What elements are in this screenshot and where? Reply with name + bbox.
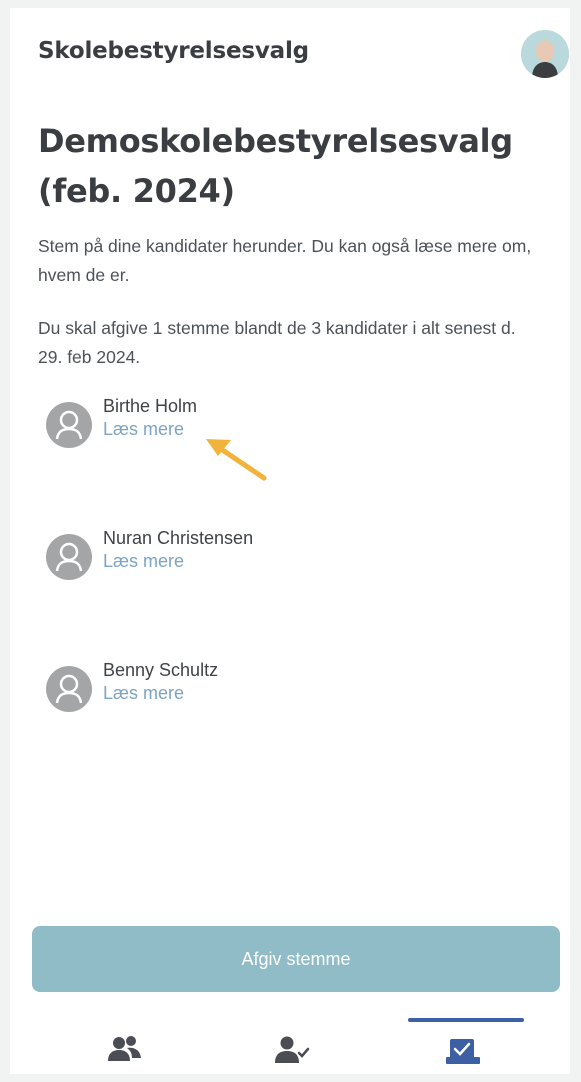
person-icon	[46, 402, 92, 448]
candidate-name: Birthe Holm	[103, 396, 198, 416]
app-title: Skolebestyrelsesvalg	[38, 38, 309, 64]
candidate-name: Nuran Christensen	[103, 528, 254, 548]
user-avatar[interactable]	[521, 30, 569, 78]
person-icon	[46, 666, 92, 712]
user-check-icon	[275, 1036, 310, 1063]
ballot-check-icon	[446, 1039, 480, 1064]
avatar-icon	[521, 30, 569, 78]
read-more-link[interactable]: Læs mere	[103, 683, 184, 704]
candidate-item: Benny Schultz Læs mere	[46, 660, 446, 720]
read-more-link[interactable]: Læs mere	[103, 419, 184, 440]
person-icon	[46, 534, 92, 580]
submit-vote-button[interactable]: Afgiv stemme	[32, 926, 560, 992]
group-icon	[108, 1036, 141, 1061]
tab-candidates[interactable]	[105, 1033, 145, 1067]
read-more-link[interactable]: Læs mere	[103, 551, 184, 572]
election-title: Demoskolebestyrelsesvalg (feb. 2024)	[38, 122, 513, 210]
tab-ballot[interactable]	[444, 1033, 484, 1067]
arrow-icon	[206, 439, 267, 481]
app-screen: Skolebestyrelsesvalg Demoskolebestyrelse…	[10, 8, 570, 1074]
election-intro: Stem på dine kandidater herunder. Du kan…	[38, 236, 532, 285]
candidate-item: Nuran Christensen Læs mere	[46, 528, 446, 588]
tab-my-vote[interactable]	[272, 1033, 312, 1067]
candidate-name: Benny Schultz	[103, 660, 219, 680]
election-instructions: Du skal afgive 1 stemme blandt de 3 kand…	[38, 318, 516, 367]
active-tab-indicator	[408, 1018, 524, 1022]
